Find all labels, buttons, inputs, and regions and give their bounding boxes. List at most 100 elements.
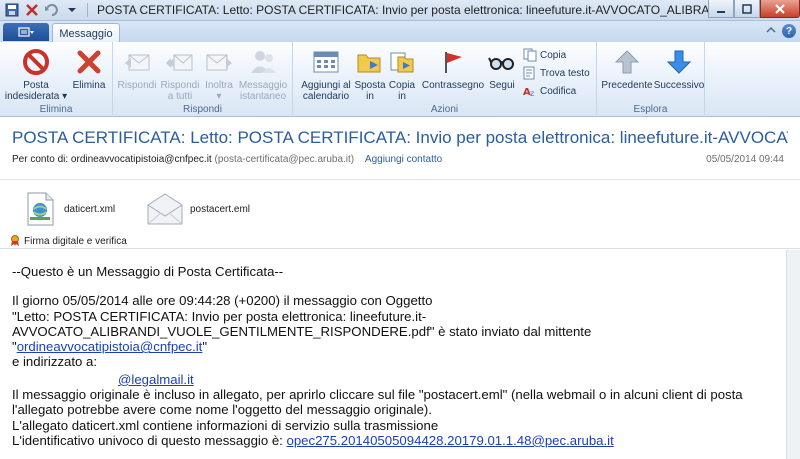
copy-label: Copia [540,49,567,61]
qa-separator [87,3,88,17]
digital-signature-label: Firma digitale e verifica [24,235,127,247]
recipient-email-link[interactable]: @legalmail.it [118,372,194,387]
next-button[interactable]: Successivo [653,46,705,91]
delete-icon [73,46,105,78]
attachment-postacert[interactable]: postacert.eml [146,191,250,227]
certificate-ribbon-icon [11,235,19,246]
reply-button[interactable]: Rispondi [117,46,157,91]
envelope-icon [147,193,183,225]
find-text-label: Trova testo [540,67,590,79]
junk-mail-label: Posta indesiderata ▾ [4,80,68,102]
quote-close: " [202,339,208,355]
follow-button[interactable]: Segui [487,46,517,91]
forward-label: Inoltra ▾ [205,80,233,102]
ribbon-tab-row: Messaggio ? [0,21,800,43]
delete-x-icon[interactable] [24,2,40,18]
copy-icon [523,48,537,62]
close-button[interactable] [760,0,800,18]
message-body: --Questo è un Messaggio di Posta Certifi… [0,250,786,459]
group-rispondi: Rispondi Rispondi a tutti Inoltra ▾ Mess… [113,42,293,117]
body-line: AVVOCATO_ALIBRANDI_VUOLE_GENTILMENTE_RIS… [12,323,592,339]
body-line: l'allegato potrebbe avere come nome l'og… [12,402,432,418]
glasses-icon [486,46,518,78]
help-icon[interactable]: ? [782,24,796,38]
previous-label: Precedente [601,80,653,91]
find-text-button[interactable]: Trova testo [523,65,590,81]
digital-signature-link[interactable]: Firma digitale e verifica [9,235,127,247]
add-to-calendar-button[interactable]: Aggiungi al calendario [297,46,355,102]
flag-label: Contrassegno [421,80,485,91]
delete-label: Elimina [72,80,106,91]
move-to-button[interactable]: Sposta in [354,46,386,102]
maximize-button[interactable] [734,0,760,18]
instant-message-button[interactable]: Messaggio istantaneo [237,46,289,102]
junk-mail-icon [20,46,52,78]
sender-email-link[interactable]: ordineavvocatipistoia@cnfpec.it [17,339,203,354]
from-sender: (posta-certificata@pec.aruba.it) [214,154,355,165]
add-contact-link[interactable]: Aggiungi contatto [365,154,442,165]
encoding-label: Codifica [540,85,577,97]
delete-button[interactable]: Elimina [68,46,110,91]
minimize-button[interactable] [708,0,734,18]
ribbon: Posta indesiderata ▾ Elimina Elimina Ris… [0,42,800,117]
copy-to-label: Copia in [388,80,416,102]
undo-icon[interactable] [44,2,60,18]
follow-label: Segui [489,80,515,91]
encoding-button[interactable]: Az Codifica [523,83,576,99]
copy-folder-icon [386,46,418,78]
arrow-down-icon [663,46,695,78]
reply-label: Rispondi [117,80,157,91]
group-elimina: Posta indesiderata ▾ Elimina Elimina [0,42,113,117]
message-from: Per conto di: ordineavvocatipistoia@cnfp… [12,154,442,165]
quick-access-toolbar [0,0,91,21]
find-text-icon [523,66,537,80]
qa-dropdown-icon[interactable] [64,2,80,18]
group-label-elimina: Elimina [39,104,73,115]
forward-button[interactable]: Inoltra ▾ [201,46,237,102]
reply-all-icon [164,46,196,78]
reply-all-label: Rispondi a tutti [160,80,200,102]
svg-text:z: z [530,89,534,98]
junk-mail-button[interactable]: Posta indesiderata ▾ [4,46,68,102]
next-label: Successivo [653,80,705,91]
attachment-daticert-name: daticert.xml [64,203,116,215]
reply-icon [121,46,153,78]
group-label-rispondi: Rispondi [183,104,222,115]
tab-messaggio[interactable]: Messaggio [52,23,120,43]
body-line: "Letto: POSTA CERTIFICATA: Invio per pos… [12,308,427,324]
attachment-daticert[interactable]: daticert.xml [24,191,115,227]
copy-to-button[interactable]: Copia in [387,46,417,102]
body-line: Il messaggio originale è incluso in alle… [12,387,743,403]
copy-button[interactable]: Copia [523,47,566,63]
add-to-calendar-label: Aggiungi al calendario [301,80,351,102]
arrow-up-icon [611,46,643,78]
body-line: L'identificativo univoco di questo messa… [12,433,786,448]
flag-button[interactable]: Contrassegno [421,46,485,91]
attachments-bar: daticert.xml postacert.eml Firma digital… [0,181,800,249]
ribbon-minimize-icon[interactable] [766,26,776,36]
title-bar: POSTA CERTIFICATA: Letto: POSTA CERTIFIC… [0,0,800,21]
group-label-azioni: Azioni [430,104,459,115]
attachment-postacert-name: postacert.eml [190,203,251,215]
previous-button[interactable]: Precedente [601,46,653,91]
body-line: L'allegato daticert.xml contiene informa… [12,417,439,433]
move-to-label: Sposta in [354,80,386,102]
body-scrollbar[interactable] [786,250,800,459]
save-icon[interactable] [4,2,20,18]
group-azioni: Aggiungi al calendario Sposta in Copia i… [293,42,597,117]
flag-icon [437,46,469,78]
message-id-link[interactable]: opec275.20140505094428.20179.01.1.48@pec… [287,433,614,448]
window-controls [708,0,800,20]
group-esplora: Precedente Successivo Esplora [597,42,705,117]
body-line: @legalmail.it [12,370,786,387]
body-line: --Questo è un Messaggio di Posta Certifi… [12,264,284,279]
body-line: e indirizzato a: [12,354,98,370]
file-menu-icon [18,27,34,37]
message-subject: POSTA CERTIFICATA: Letto: POSTA CERTIFIC… [12,128,788,147]
from-prefix: Per conto di: ordineavvocatipistoia@cnfp… [12,154,212,165]
window-title: POSTA CERTIFICATA: Letto: POSTA CERTIFIC… [97,3,708,17]
message-header: POSTA CERTIFICATA: Letto: POSTA CERTIFIC… [0,118,800,180]
reply-all-button[interactable]: Rispondi a tutti [159,46,201,102]
message-date: 05/05/2014 09:44 [706,154,784,165]
file-menu-button[interactable] [3,23,49,41]
